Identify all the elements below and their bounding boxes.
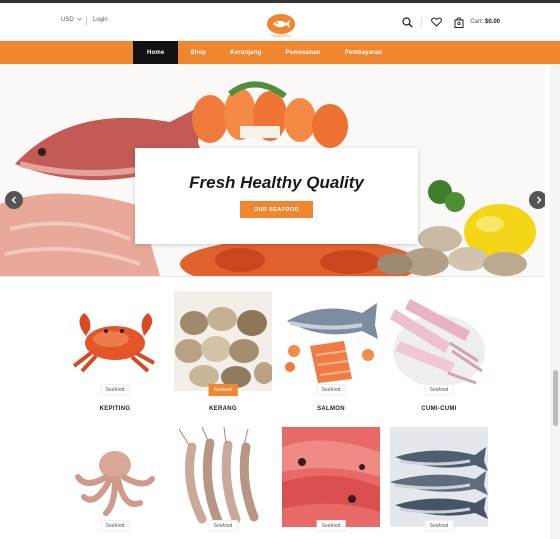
nav-keranjang[interactable]: Keranjang <box>218 41 273 64</box>
category-badge[interactable]: Seafood <box>316 384 346 396</box>
product-image-octopus[interactable] <box>66 427 164 527</box>
product-name[interactable]: CUMI-CUMI <box>390 406 488 412</box>
category-badge[interactable]: Seafood <box>100 520 130 532</box>
product-name[interactable]: KERANG <box>174 406 272 412</box>
chevron-left-icon <box>11 196 16 204</box>
nav-home[interactable]: Home <box>133 41 179 64</box>
hero-title: Fresh Healthy Quality <box>189 173 364 192</box>
main-nav: Home Shop Keranjang Pemesanan Pembayaran <box>0 41 560 64</box>
header-divider <box>86 17 87 25</box>
currency-selector[interactable]: USD <box>61 17 82 23</box>
hero-caption-box: Fresh Healthy Quality OUR SEAFOOD <box>135 148 418 244</box>
site-header: USD Login TIDAREKA Cart: $0.00 <box>0 3 560 41</box>
product-image-red-fish[interactable] <box>282 427 380 527</box>
cart-label: Cart: <box>470 19 484 25</box>
product-name[interactable]: KEPITING <box>66 406 164 412</box>
currency-label: USD <box>61 17 74 23</box>
chevron-down-icon <box>76 17 82 23</box>
product-image-clams[interactable] <box>174 291 272 391</box>
chevron-right-icon <box>536 196 541 204</box>
category-badge[interactable]: Seafood <box>208 384 238 396</box>
section-divider <box>0 276 545 277</box>
scrollbar-thumb[interactable] <box>553 370 558 426</box>
login-link[interactable]: Login <box>93 17 108 23</box>
slider-next-button[interactable] <box>529 191 545 209</box>
search-icon[interactable] <box>400 15 414 29</box>
category-badge[interactable]: Seafood <box>424 520 454 532</box>
header-icons: Cart: $0.00 <box>400 15 500 29</box>
product-image-salmon[interactable] <box>282 291 380 391</box>
product-image-shrimp[interactable] <box>174 427 272 527</box>
bag-icon[interactable] <box>452 15 466 29</box>
category-badge[interactable]: Seafood <box>208 520 238 532</box>
cart-total[interactable]: Cart: $0.00 <box>470 19 500 25</box>
our-seafood-button[interactable]: OUR SEAFOOD <box>240 201 313 218</box>
product-name[interactable]: SALMON <box>282 406 380 412</box>
hero-slider: Fresh Healthy Quality OUR SEAFOOD <box>0 64 545 276</box>
nav-pemesanan[interactable]: Pemesanan <box>273 41 332 64</box>
nav-pembayaran[interactable]: Pembayaran <box>333 41 395 64</box>
nav-shop[interactable]: Shop <box>178 41 218 64</box>
icon-divider <box>421 17 423 27</box>
page-scrollbar[interactable] <box>550 64 560 539</box>
heart-icon[interactable] <box>429 15 443 29</box>
category-badge[interactable]: Seafood <box>100 384 130 396</box>
cart-amount: $0.00 <box>484 19 500 25</box>
slider-prev-button[interactable] <box>5 191 23 209</box>
category-badge[interactable]: Seafood <box>424 384 454 396</box>
product-image-squid[interactable] <box>390 291 488 391</box>
category-badge[interactable]: Seafood <box>316 520 346 532</box>
product-image-crab[interactable] <box>66 291 164 391</box>
logo[interactable] <box>266 12 296 36</box>
logo-text: TIDAREKA <box>271 34 291 38</box>
product-image-tuna[interactable] <box>390 427 488 527</box>
